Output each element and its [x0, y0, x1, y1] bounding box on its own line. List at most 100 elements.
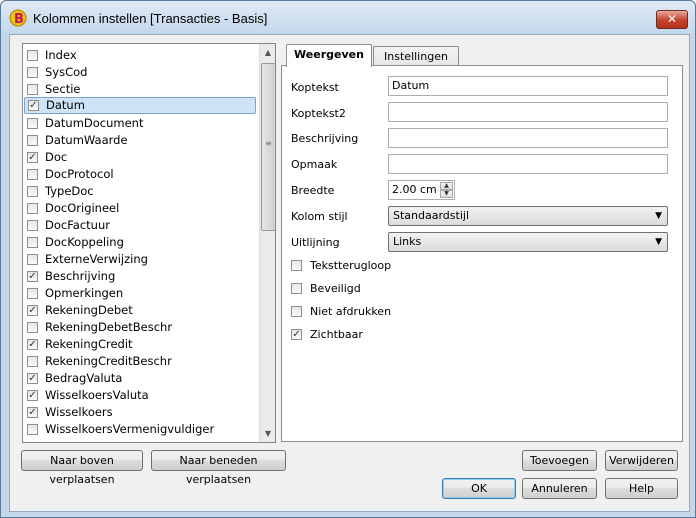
list-item[interactable]: Index — [23, 47, 257, 64]
column-checkbox[interactable] — [27, 186, 38, 197]
close-button[interactable]: ✕ — [656, 10, 688, 29]
option-checkbox[interactable] — [291, 260, 302, 271]
column-checkbox[interactable]: ✓ — [27, 390, 38, 401]
list-item[interactable]: WisselkoersVermenigvuldiger — [23, 421, 257, 438]
alignment-value: Links — [393, 235, 422, 248]
scrollbar-thumb[interactable]: ≡ — [261, 63, 275, 231]
description-input[interactable] — [388, 128, 668, 148]
title-bar: B Kolommen instellen [Transacties - Basi… — [1, 1, 695, 35]
column-style-select[interactable]: Standaardstijl ▼ — [388, 206, 668, 226]
spin-up-icon[interactable]: ▲ — [440, 182, 453, 190]
header-label: Koptekst — [291, 81, 339, 94]
option-checkbox[interactable]: ✓ — [291, 329, 302, 340]
column-label: Datum — [46, 98, 85, 112]
scrollbar-grip-icon: ≡ — [265, 139, 272, 148]
move-down-button[interactable]: Naar beneden verplaatsen — [151, 450, 286, 486]
column-label: ExterneVerwijzing — [45, 252, 148, 266]
column-label: DatumWaarde — [45, 133, 128, 147]
ok-button[interactable]: OK — [442, 478, 516, 499]
list-item[interactable]: DocKoppeling — [23, 234, 257, 251]
format-label: Opmaak — [291, 158, 338, 171]
tab-instellingen[interactable]: Instellingen — [373, 46, 459, 67]
column-list-scrollbar[interactable]: ▲ ≡ ▼ — [259, 44, 275, 442]
list-item[interactable]: ✓ Datum — [24, 97, 256, 114]
option-checkbox[interactable] — [291, 283, 302, 294]
header2-input[interactable] — [388, 102, 668, 122]
add-button[interactable]: Toevoegen — [522, 450, 597, 471]
column-label: Wisselkoers — [45, 405, 113, 419]
list-item[interactable]: DatumDocument — [23, 115, 257, 132]
width-value: 2.00 cm — [392, 183, 437, 196]
column-list[interactable]: Index SysCod Sectie ✓ Datum DatumDocument Datu… — [22, 43, 276, 443]
list-item[interactable]: ✓ WisselkoersValuta — [23, 387, 257, 404]
column-label: RekeningCredit — [45, 337, 133, 351]
column-checkbox[interactable] — [27, 50, 38, 61]
column-checkbox[interactable] — [27, 203, 38, 214]
list-item[interactable]: RekeningDebetBeschr — [23, 319, 257, 336]
scroll-down-arrow-icon[interactable]: ▼ — [260, 425, 275, 442]
option-checkbox[interactable] — [291, 306, 302, 317]
alignment-label: Uitlijning — [291, 236, 340, 249]
list-item[interactable]: ✓ BedragValuta — [23, 370, 257, 387]
column-checkbox[interactable]: ✓ — [27, 339, 38, 350]
column-checkbox[interactable] — [27, 220, 38, 231]
header-input[interactable]: Datum — [388, 76, 668, 96]
column-label: TypeDoc — [45, 184, 94, 198]
column-label: DocFactuur — [45, 218, 110, 232]
column-checkbox[interactable] — [27, 135, 38, 146]
column-checkbox[interactable] — [27, 288, 38, 299]
column-checkbox[interactable]: ✓ — [27, 271, 38, 282]
list-item[interactable]: Sectie — [23, 81, 257, 98]
list-item[interactable]: ✓ Doc — [23, 149, 257, 166]
list-item[interactable]: DocFactuur — [23, 217, 257, 234]
help-button[interactable]: Help — [605, 478, 678, 499]
remove-button[interactable]: Verwijderen — [605, 450, 678, 471]
format-input[interactable] — [388, 154, 668, 174]
list-item[interactable]: DocOrigineel — [23, 200, 257, 217]
column-checkbox[interactable] — [27, 84, 38, 95]
list-item[interactable]: DocProtocol — [23, 166, 257, 183]
column-checkbox[interactable]: ✓ — [27, 373, 38, 384]
window-title: Kolommen instellen [Transacties - Basis] — [33, 11, 268, 26]
list-item[interactable]: ✓ RekeningDebet — [23, 302, 257, 319]
move-up-button[interactable]: Naar boven verplaatsen — [21, 450, 143, 486]
column-label: RekeningDebet — [45, 303, 133, 317]
list-item[interactable]: SysCod — [23, 64, 257, 81]
column-checkbox[interactable] — [27, 254, 38, 265]
list-item[interactable]: ✓ Wisselkoers — [23, 404, 257, 421]
width-spinner[interactable]: 2.00 cm ▲ ▼ — [388, 180, 455, 200]
list-item[interactable]: TypeDoc — [23, 183, 257, 200]
column-label: Doc — [45, 150, 68, 164]
column-label: RekeningCreditBeschr — [45, 354, 172, 368]
column-checkbox[interactable] — [27, 424, 38, 435]
option-label: Beveiligd — [310, 282, 361, 295]
cancel-button[interactable]: Annuleren — [522, 478, 597, 499]
alignment-select[interactable]: Links ▼ — [388, 232, 668, 252]
list-item[interactable]: RekeningCreditBeschr — [23, 353, 257, 370]
close-icon: ✕ — [666, 12, 678, 26]
tab-weergeven[interactable]: Weergeven — [286, 44, 372, 67]
list-item[interactable]: DatumWaarde — [23, 132, 257, 149]
svg-text:B: B — [14, 12, 24, 27]
column-checkbox[interactable]: ✓ — [28, 100, 39, 111]
option-label: Zichtbaar — [310, 328, 363, 341]
column-checkbox[interactable] — [27, 67, 38, 78]
column-checkbox[interactable]: ✓ — [27, 152, 38, 163]
list-item[interactable]: ExterneVerwijzing — [23, 251, 257, 268]
column-checkbox[interactable] — [27, 322, 38, 333]
column-checkbox[interactable] — [27, 356, 38, 367]
column-checkbox[interactable] — [27, 169, 38, 180]
column-label: SysCod — [45, 65, 88, 79]
list-item[interactable]: ✓ RekeningCredit — [23, 336, 257, 353]
spin-down-icon[interactable]: ▼ — [440, 190, 453, 198]
column-checkbox[interactable]: ✓ — [27, 407, 38, 418]
column-label: WisselkoersValuta — [45, 388, 149, 402]
chevron-down-icon: ▼ — [655, 211, 662, 221]
column-checkbox[interactable] — [27, 118, 38, 129]
list-item[interactable]: ✓ Beschrijving — [23, 268, 257, 285]
scroll-up-arrow-icon[interactable]: ▲ — [260, 44, 275, 61]
column-checkbox[interactable]: ✓ — [27, 305, 38, 316]
list-item[interactable]: Opmerkingen — [23, 285, 257, 302]
column-label: Index — [45, 48, 77, 62]
column-checkbox[interactable] — [27, 237, 38, 248]
